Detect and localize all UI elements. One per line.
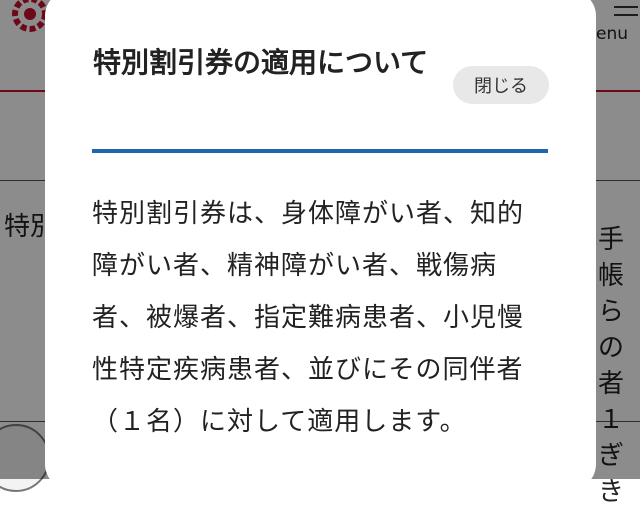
- modal-body-text: 特別割引券は、身体障がい者、知的障がい者、精神障がい者、戦傷病者、被爆者、指定難…: [92, 199, 525, 437]
- close-button[interactable]: 閉じる: [453, 66, 549, 104]
- modal-title: 特別割引券の適用について: [93, 46, 429, 79]
- discount-info-modal: 特別割引券の適用について 閉じる 特別割引券は、身体障がい者、知的障がい者、精神…: [45, 0, 596, 490]
- title-divider: [92, 149, 548, 153]
